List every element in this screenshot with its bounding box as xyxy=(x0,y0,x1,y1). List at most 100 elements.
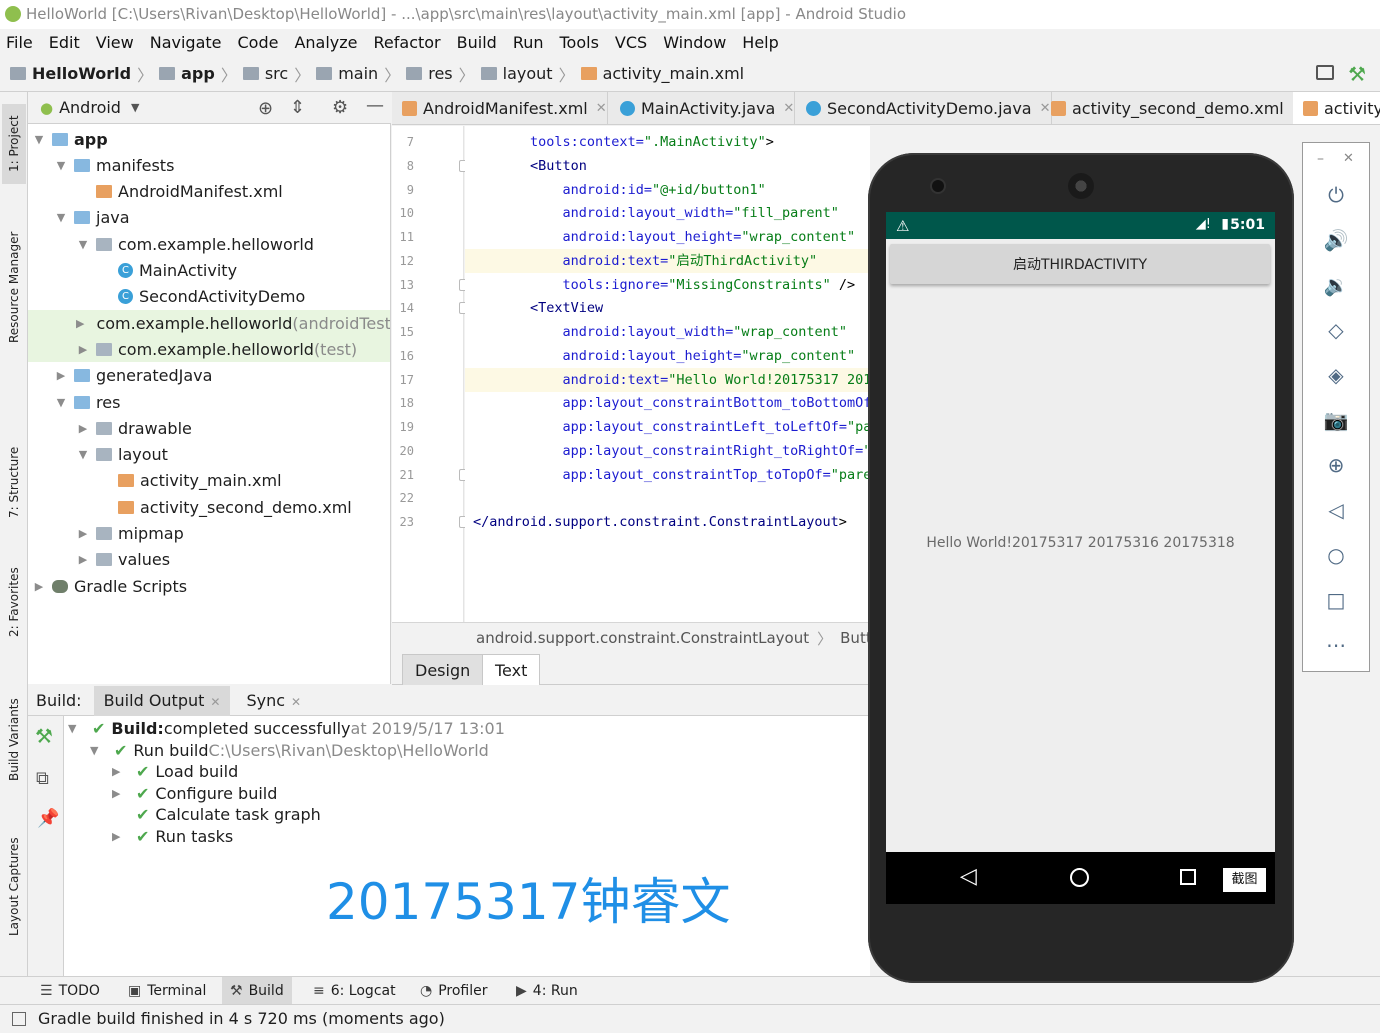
chevron-down-icon[interactable]: ▼ xyxy=(68,722,82,735)
code-line[interactable]: </android.support.constraint.ConstraintL… xyxy=(473,510,870,534)
zoom-icon[interactable]: ⊕ xyxy=(1320,449,1352,481)
code-line[interactable]: app:layout_constraintTop_toTopOf="parent… xyxy=(465,463,870,487)
close-icon[interactable]: ✕ xyxy=(1343,151,1354,166)
tab-project[interactable]: 1: Project xyxy=(2,104,26,184)
close-icon[interactable]: ✕ xyxy=(596,101,607,116)
chevron-down-icon[interactable]: ▼ xyxy=(54,211,68,224)
code-line[interactable]: android:layout_height="wrap_content" xyxy=(465,344,870,368)
breadcrumb-item[interactable]: app 〉 xyxy=(159,62,237,86)
code-line[interactable]: app:layout_constraintLeft_toLeftOf="pare… xyxy=(465,415,870,439)
tree-item[interactable]: ▼ layout xyxy=(28,442,390,468)
editor-tab[interactable]: MainActivity.java ✕ xyxy=(610,92,796,124)
tree-item[interactable]: ▼ com.example.helloworld xyxy=(28,231,390,257)
bottom-tab-profiler[interactable]: ◔ Profiler xyxy=(412,977,496,1005)
chevron-down-icon[interactable]: ▼ xyxy=(131,101,139,114)
chevron-right-icon[interactable]: ▶ xyxy=(112,787,126,800)
hammer-icon[interactable]: ⚒ xyxy=(35,724,53,748)
tab-structure[interactable]: 7: Structure xyxy=(2,437,26,527)
chevron-right-icon[interactable]: ▶ xyxy=(112,830,126,843)
close-icon[interactable]: ✕ xyxy=(291,695,301,709)
build-tree-item[interactable]: ▼ ✔ Run build C:\Users\Rivan\Desktop\Hello… xyxy=(90,740,489,761)
menu-item-file[interactable]: File xyxy=(6,33,33,52)
chevron-down-icon[interactable]: ▼ xyxy=(90,744,104,757)
bottom-tab-terminal[interactable]: ▣ Terminal xyxy=(120,977,214,1005)
nav-overview-icon[interactable] xyxy=(1180,869,1196,885)
build-tree-item[interactable]: ▶ ✔ Run tasks xyxy=(112,826,233,847)
editor-tab[interactable]: SecondActivityDemo.java ✕ xyxy=(796,92,1052,124)
tab-resource-manager[interactable]: Resource Manager xyxy=(2,222,26,352)
nav-home-icon[interactable] xyxy=(1070,868,1089,887)
code-line[interactable]: android:text="启动ThirdActivity" xyxy=(465,248,870,273)
toggle-view-icon[interactable]: ⧉ xyxy=(36,768,49,789)
chevron-right-icon[interactable]: ▶ xyxy=(76,553,90,566)
power-icon[interactable]: ⏻ xyxy=(1320,179,1352,211)
chevron-right-icon[interactable]: ▶ xyxy=(112,765,126,778)
screenshot-button[interactable]: 截图 xyxy=(1223,868,1266,892)
tree-item[interactable]: AndroidManifest.xml xyxy=(28,179,390,205)
more-icon[interactable]: ⋯ xyxy=(1320,629,1352,661)
breadcrumb-item[interactable]: HelloWorld 〉 xyxy=(10,62,153,86)
chevron-right-icon[interactable]: ▶ xyxy=(32,580,46,593)
menu-item-navigate[interactable]: Navigate xyxy=(150,33,222,52)
editor-tab[interactable]: AndroidManifest.xml ✕ xyxy=(392,92,608,124)
locate-icon[interactable]: ⊕ xyxy=(258,98,273,119)
code-line[interactable]: tools:ignore="MissingConstraints" /> xyxy=(465,273,870,297)
rotate-right-icon[interactable]: ◈ xyxy=(1320,359,1352,391)
menu-item-window[interactable]: Window xyxy=(663,33,726,52)
minimize-icon[interactable]: — xyxy=(366,95,384,116)
start-third-activity-button[interactable]: 启动THIRDACTIVITY xyxy=(890,244,1270,284)
menu-item-build[interactable]: Build xyxy=(457,33,497,52)
chevron-down-icon[interactable]: ▼ xyxy=(54,396,68,409)
device-mirror-icon[interactable] xyxy=(1316,65,1334,80)
tree-item[interactable]: ▶ com.example.helloworld (androidTest) xyxy=(28,310,390,337)
code-line[interactable]: android:layout_height="wrap_content" xyxy=(465,225,870,249)
code-line[interactable]: android:id="@+id/button1" xyxy=(465,178,870,202)
menu-item-view[interactable]: View xyxy=(96,33,134,52)
menu-item-vcs[interactable]: VCS xyxy=(615,33,647,52)
tree-item[interactable]: C MainActivity xyxy=(28,258,390,284)
chevron-right-icon[interactable]: ▶ xyxy=(76,527,90,540)
pin-icon[interactable]: 📌 xyxy=(37,808,59,829)
menu-item-code[interactable]: Code xyxy=(238,33,279,52)
code-line[interactable]: tools:context=".MainActivity"> xyxy=(465,130,870,154)
tree-item[interactable]: ▼ res xyxy=(28,389,390,415)
volume-up-icon[interactable]: 🔊 xyxy=(1320,224,1352,256)
overview-icon[interactable]: □ xyxy=(1320,584,1352,616)
bottom-tab-6-logcat[interactable]: ≡ 6: Logcat xyxy=(305,977,404,1005)
emulator-screen[interactable]: ⚠ ◢! ▮ 5:01 启动THIRDACTIVITY Hello World!… xyxy=(886,212,1275,904)
code-line[interactable]: android:layout_width="fill_parent" xyxy=(465,201,870,225)
code-line[interactable]: app:layout_constraintBottom_toBottomOf="… xyxy=(465,391,870,415)
chevron-down-icon[interactable]: ▼ xyxy=(76,238,90,251)
code-line[interactable]: android:layout_width="wrap_content" xyxy=(465,320,870,344)
code-editor[interactable]: tools:context=".MainActivity"> <Button a… xyxy=(465,126,870,622)
home-icon[interactable]: ○ xyxy=(1320,539,1352,571)
bottom-tab-todo[interactable]: ☰ TODO xyxy=(32,977,108,1005)
chevron-right-icon[interactable]: ▶ xyxy=(76,422,90,435)
volume-down-icon[interactable]: 🔉 xyxy=(1320,269,1352,301)
back-icon[interactable]: ◁ xyxy=(1320,494,1352,526)
tree-item[interactable]: activity_second_demo.xml xyxy=(28,494,390,520)
tree-item[interactable]: ▼ java xyxy=(28,205,390,231)
bottom-tab-4-run[interactable]: ▶ 4: Run xyxy=(508,977,586,1005)
code-line[interactable]: <TextView xyxy=(465,296,870,320)
code-line[interactable]: <Button xyxy=(465,154,870,178)
chevron-down-icon[interactable]: ▼ xyxy=(54,159,68,172)
code-line[interactable]: android:text="Hello World!20175317 20175… xyxy=(465,367,870,392)
editor-tab[interactable]: activity xyxy=(1293,92,1380,124)
chevron-down-icon[interactable]: ▼ xyxy=(32,133,46,146)
build-tree-item[interactable]: ▶ ✔ Configure build xyxy=(112,783,277,804)
menu-item-help[interactable]: Help xyxy=(742,33,778,52)
tree-item[interactable]: ▶ values xyxy=(28,547,390,573)
camera-icon[interactable]: 📷 xyxy=(1320,404,1352,436)
menu-item-run[interactable]: Run xyxy=(513,33,544,52)
tab-layout-captures[interactable]: Layout Captures xyxy=(2,832,26,942)
tree-item[interactable]: activity_main.xml xyxy=(28,468,390,494)
build-hammer-icon[interactable]: ⚒ xyxy=(1348,62,1366,86)
close-icon[interactable]: ✕ xyxy=(783,101,794,116)
menu-item-refactor[interactable]: Refactor xyxy=(374,33,441,52)
chevron-right-icon[interactable]: ▶ xyxy=(54,369,68,382)
breadcrumb-item[interactable]: layout 〉 xyxy=(480,62,575,86)
code-line[interactable] xyxy=(465,486,870,510)
tree-item[interactable]: ▼ manifests xyxy=(28,152,390,178)
nav-back-icon[interactable]: ◁ xyxy=(960,864,977,889)
